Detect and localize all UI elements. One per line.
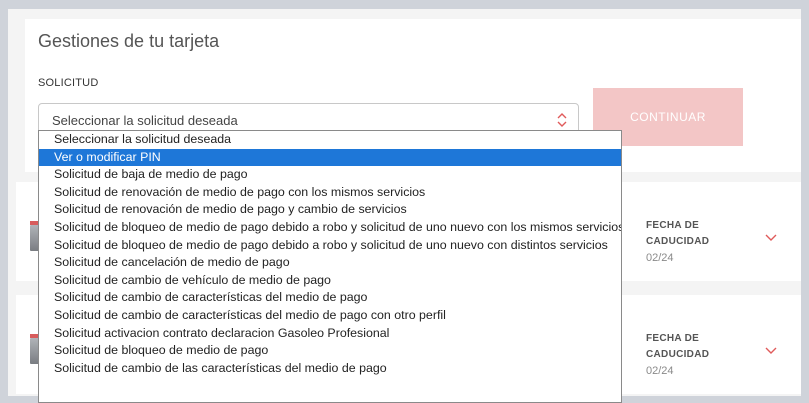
- solicitud-label: SOLICITUD: [38, 77, 99, 89]
- dropdown-option[interactable]: Solicitud de bloqueo de medio de pago de…: [39, 237, 621, 255]
- chevron-down-icon[interactable]: [764, 232, 778, 242]
- expiry-value: 02/24: [646, 365, 674, 377]
- dropdown-option[interactable]: Solicitud de bloqueo de medio de pago de…: [39, 219, 621, 237]
- expiry-value: 02/24: [646, 252, 674, 264]
- dropdown-option[interactable]: Solicitud de bloqueo de medio de pago: [39, 342, 621, 360]
- dropdown-option[interactable]: Solicitud de renovación de medio de pago…: [39, 184, 621, 202]
- dropdown-option[interactable]: Solicitud de cambio de características d…: [39, 289, 621, 307]
- expiry-label-line2: CADUCIDAD: [646, 236, 710, 247]
- page-title: Gestiones de tu tarjeta: [38, 31, 220, 51]
- solicitud-dropdown-list: Seleccionar la solicitud deseada Ver o mo…: [38, 130, 622, 403]
- dropdown-option[interactable]: Solicitud de baja de medio de pago: [39, 166, 621, 184]
- dropdown-option[interactable]: Solicitud de cambio de vehículo de medio…: [39, 272, 621, 290]
- expiry-label-line2: CADUCIDAD: [646, 349, 710, 360]
- expiry-label: FECHA DE CADUCIDAD: [646, 218, 736, 250]
- dropdown-option[interactable]: Solicitud de cancelación de medio de pag…: [39, 254, 621, 272]
- dropdown-option[interactable]: Ver o modificar PIN: [39, 148, 621, 167]
- dropdown-option[interactable]: Solicitud de cambio de características d…: [39, 307, 621, 325]
- dropdown-option[interactable]: Seleccionar la solicitud deseada: [39, 131, 621, 149]
- expiry-label-line1: FECHA DE: [646, 220, 700, 231]
- select-value: Seleccionar la solicitud deseada: [52, 113, 238, 128]
- dropdown-option[interactable]: Solicitud de cambio de las característic…: [39, 360, 621, 378]
- dropdown-option[interactable]: Solicitud de renovación de medio de pago…: [39, 201, 621, 219]
- chevron-updown-icon: [557, 113, 567, 127]
- expiry-label-line1: FECHA DE: [646, 333, 700, 344]
- chevron-down-icon[interactable]: [764, 345, 778, 355]
- expiry-label: FECHA DE CADUCIDAD: [646, 331, 736, 363]
- dropdown-option[interactable]: Solicitud activacion contrato declaracio…: [39, 325, 621, 343]
